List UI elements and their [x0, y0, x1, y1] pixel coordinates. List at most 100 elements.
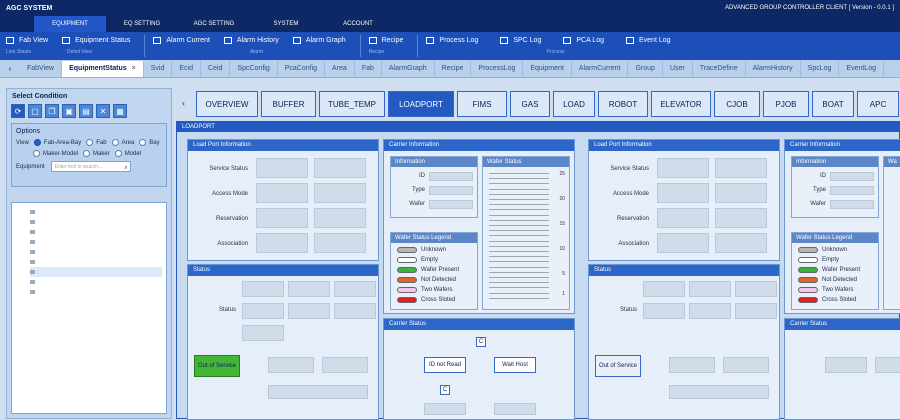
radio-fab-area-bay[interactable] — [33, 139, 41, 146]
tab-recipe[interactable]: Recipe — [435, 61, 472, 77]
list-item[interactable] — [30, 287, 162, 297]
equipment-icon — [30, 280, 35, 284]
chevron-left-icon[interactable]: ‹ — [182, 98, 185, 108]
main-area: ‹ OVERVIEW BUFFER TUBE_TEMP LOADPORT FIM… — [176, 88, 900, 420]
tab-cjob[interactable]: CJOB — [714, 91, 760, 117]
grid-icon[interactable]: ▦ — [113, 104, 127, 118]
tab-elevator[interactable]: ELEVATOR — [651, 91, 711, 117]
tab-equipment[interactable]: Equipment — [523, 61, 572, 77]
subnav-spc-log[interactable]: SPC Log — [500, 32, 541, 48]
tab-boat[interactable]: BOAT — [812, 91, 854, 117]
options-title: Options — [16, 128, 41, 135]
search-icon[interactable]: ⌕ — [124, 163, 127, 173]
wafer-slot — [489, 256, 549, 258]
tab-pjob[interactable]: PJOB — [763, 91, 809, 117]
subnav-event-log[interactable]: Event Log — [626, 32, 671, 48]
tab-tube-temp[interactable]: TUBE_TEMP — [319, 91, 385, 117]
tab-pcaconfig[interactable]: PcaConfig — [278, 61, 326, 77]
tab-user[interactable]: User — [663, 61, 693, 77]
menu-agc-setting[interactable]: AGC SETTING — [178, 16, 250, 32]
tab-fab[interactable]: Fab — [355, 61, 382, 77]
carrier-info-section: Carrier Information Information ID Type … — [784, 139, 900, 314]
carrier-status-section: Carrier Status C ID not Read Wait Host C — [383, 318, 575, 420]
subnav-alarm-history[interactable]: Alarm History — [223, 32, 279, 48]
panel-title: Select Condition — [12, 93, 68, 100]
equipment-icon — [30, 250, 35, 254]
copy-icon[interactable]: ❐ — [45, 104, 59, 118]
tab-ecid[interactable]: Ecid — [172, 61, 202, 77]
wafer-slot — [489, 297, 549, 299]
tab-fabview[interactable]: FabView — [20, 61, 63, 77]
delete-icon[interactable]: ▣ — [62, 104, 76, 118]
subnav-equipment-status[interactable]: Equipment Status — [62, 32, 130, 48]
list-item[interactable] — [30, 257, 162, 267]
tab-gas[interactable]: GAS — [510, 91, 550, 117]
tab-alarmhistory[interactable]: AlarmHistory — [746, 61, 801, 77]
tab-ceid[interactable]: Ceid — [201, 61, 231, 77]
radio-fab[interactable] — [86, 139, 94, 146]
list-item[interactable] — [30, 227, 162, 237]
list-item[interactable] — [30, 247, 162, 257]
tab-spclog[interactable]: SpcLog — [801, 61, 840, 77]
state-box — [256, 183, 308, 203]
tab-fims[interactable]: FIMS — [457, 91, 507, 117]
tab-eventlog[interactable]: EventLog — [839, 61, 884, 77]
list-item-selected[interactable] — [30, 267, 162, 277]
radio-maker[interactable] — [83, 150, 91, 157]
tab-apc[interactable]: APC — [857, 91, 899, 117]
radio-bay[interactable] — [139, 139, 147, 146]
tab-tracedefine[interactable]: TraceDefine — [693, 61, 746, 77]
radio-area[interactable] — [111, 139, 119, 146]
id-not-read-state: ID not Read — [424, 357, 466, 373]
radio-model[interactable] — [114, 150, 122, 157]
tab-equipmentstatus[interactable]: EquipmentStatus × — [62, 61, 144, 77]
status-section: Status Status Out of Service — [588, 264, 780, 420]
list-item[interactable] — [30, 277, 162, 287]
subnav-recipe[interactable]: Recipe — [368, 32, 403, 48]
list-item[interactable] — [30, 237, 162, 247]
subnav-alarm-graph[interactable]: Alarm Graph — [292, 32, 346, 48]
subnav-process-log[interactable]: Process Log — [426, 32, 478, 48]
legend-item: Empty — [397, 257, 438, 263]
tab-robot[interactable]: ROBOT — [598, 91, 648, 117]
subnav-pca-log[interactable]: PCA Log — [563, 32, 604, 48]
tab-loadport[interactable]: LOADPORT — [388, 91, 454, 117]
wafer-slot — [489, 282, 549, 284]
divider — [417, 35, 419, 57]
options-box: Options View Fab-Area-Bay Fab Area Bay M… — [11, 123, 167, 187]
subnav-fab-view[interactable]: Fab View — [6, 32, 48, 48]
list-item[interactable] — [30, 207, 162, 217]
close-icon[interactable]: × — [132, 65, 136, 72]
refresh-icon[interactable]: ⟳ — [11, 104, 25, 118]
menu-account[interactable]: ACCOUNT — [322, 16, 394, 32]
expand-icon[interactable]: ▢ — [28, 104, 42, 118]
state-box — [314, 183, 366, 203]
menu-system[interactable]: SYSTEM — [250, 16, 322, 32]
equipment-label: Equipment — [16, 163, 45, 170]
tab-buffer[interactable]: BUFFER — [261, 91, 316, 117]
tab-alarmcurrent[interactable]: AlarmCurrent — [572, 61, 629, 77]
tabs-left-arrow-icon[interactable]: ‹ — [0, 60, 20, 77]
tab-area[interactable]: Area — [325, 61, 355, 77]
radio-maker-model[interactable] — [33, 150, 40, 157]
tab-processlog[interactable]: ProcessLog — [471, 61, 524, 77]
tab-overview[interactable]: OVERVIEW — [196, 91, 258, 117]
wafer-slot — [489, 240, 549, 242]
list-item[interactable] — [30, 217, 162, 227]
document-icon[interactable]: ▤ — [79, 104, 93, 118]
tab-load[interactable]: LOAD — [553, 91, 595, 117]
tab-spcconfig[interactable]: SpcConfig — [230, 61, 278, 77]
tab-group[interactable]: Group — [628, 61, 663, 77]
toolbar: ⟳ ▢ ❐ ▣ ▤ ✕ ▦ — [7, 104, 171, 118]
tab-svid[interactable]: Svid — [144, 61, 173, 77]
equipment-search-input[interactable]: Enter text to search... ⌕ — [50, 161, 131, 173]
menu-eq-setting[interactable]: EQ SETTING — [106, 16, 178, 32]
close-icon[interactable]: ✕ — [96, 104, 110, 118]
legend-item: Wafer Present — [397, 267, 459, 273]
menu-equipment[interactable]: EQUIPMENT — [34, 16, 106, 32]
tab-alarmgraph[interactable]: AlarmGraph — [382, 61, 435, 77]
app-header: AGC SYSTEM ADVANCED GROUP CONTROLLER CLI… — [0, 0, 900, 16]
wait-host-state: Wait Host — [494, 357, 536, 373]
subnav-alarm-current[interactable]: Alarm Current — [153, 32, 210, 48]
carrier-info-section: Carrier Information Information ID Type … — [383, 139, 575, 314]
